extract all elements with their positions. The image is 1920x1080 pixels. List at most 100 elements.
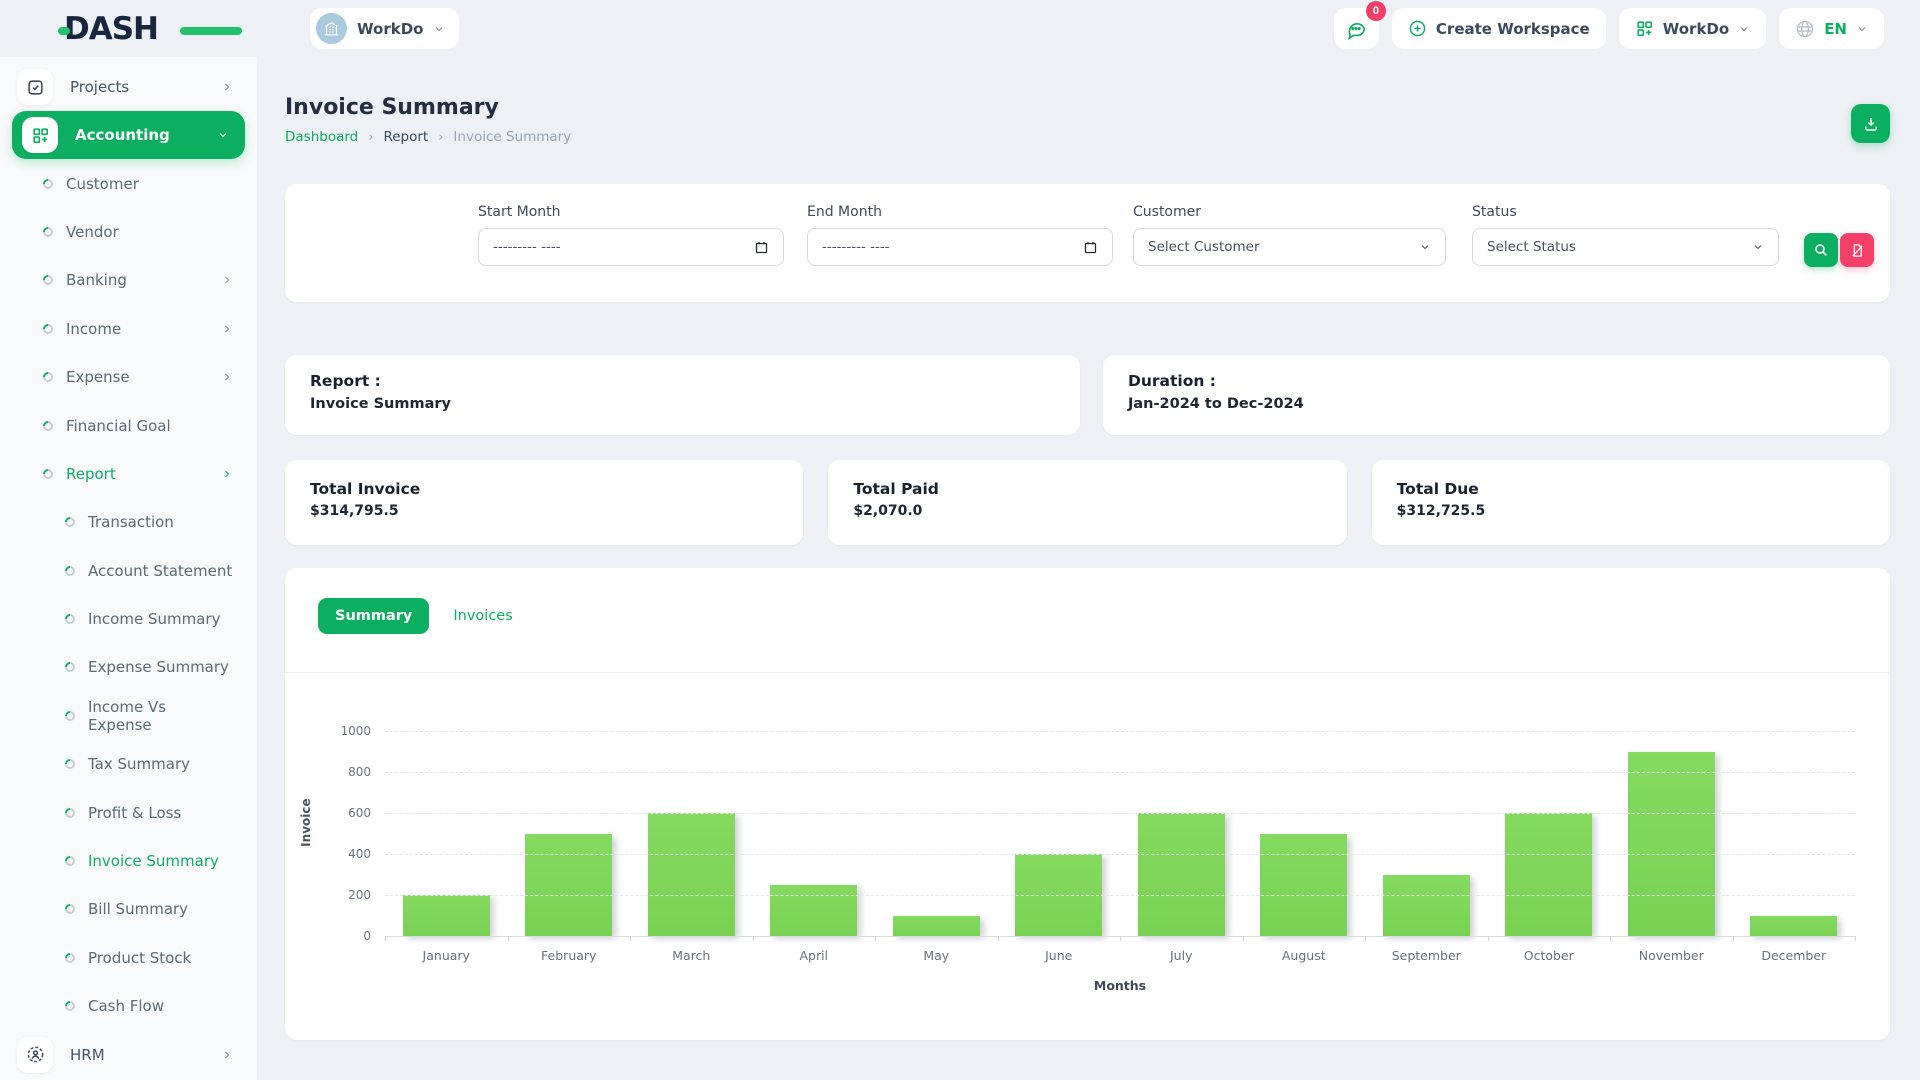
- bar-july: [1138, 813, 1225, 936]
- bullet-icon: [63, 564, 77, 578]
- stat-value: $314,795.5: [310, 503, 778, 519]
- bar-slot: [385, 731, 508, 936]
- sidebar-item-financial-goal[interactable]: Financial Goal: [0, 401, 257, 449]
- messages-button[interactable]: 0: [1334, 8, 1379, 49]
- sidebar-item-hrm[interactable]: HRM: [0, 1030, 257, 1078]
- bar-october: [1505, 813, 1592, 936]
- app-logo: DASH: [64, 9, 214, 49]
- sidebar-item-product-stock[interactable]: Product Stock: [0, 934, 257, 982]
- bullet-icon: [41, 370, 55, 384]
- logo-accent: [58, 27, 70, 35]
- start-month-label: Start Month: [478, 204, 784, 220]
- sidebar-item-expense-summary[interactable]: Expense Summary: [0, 643, 257, 691]
- chevron-right-icon: [221, 323, 233, 335]
- status-filter-label: Status: [1472, 204, 1779, 220]
- sidebar-item-customer[interactable]: Customer: [0, 159, 257, 207]
- sidebar-item-projects[interactable]: Projects: [0, 63, 257, 111]
- bullet-icon: [63, 757, 77, 771]
- sidebar-item-account-statement[interactable]: Account Statement: [0, 547, 257, 595]
- bar-march: [648, 813, 735, 936]
- end-month-input[interactable]: --------- ----: [807, 228, 1113, 266]
- gridline: [385, 731, 1855, 732]
- workdo-menu-button[interactable]: WorkDo: [1619, 8, 1766, 49]
- top-header: DASH WorkDo 0 Create Workspace WorkDo EN: [0, 0, 1920, 57]
- chevron-down-icon: [1738, 23, 1750, 35]
- sidebar-item-banking[interactable]: Banking: [0, 256, 257, 304]
- x-axis-tick: [630, 936, 631, 941]
- chevron-right-icon: [221, 1049, 233, 1061]
- x-tick-label: April: [753, 948, 876, 963]
- chevron-down-icon: [217, 129, 229, 141]
- x-axis-tick: [1488, 936, 1489, 941]
- status-select[interactable]: Select Status: [1472, 228, 1779, 266]
- y-axis-label: Invoice: [299, 798, 313, 846]
- bullet-icon: [41, 177, 55, 191]
- y-tick-label: 0: [363, 929, 371, 943]
- x-axis-tick: [1733, 936, 1734, 941]
- chevron-down-icon: [1419, 241, 1431, 253]
- x-tick-label: September: [1365, 948, 1488, 963]
- bar-november: [1628, 752, 1715, 937]
- breadcrumb-item-invoice-summary: Invoice Summary: [453, 129, 571, 145]
- gridline: [385, 772, 1855, 773]
- x-tick-label: December: [1733, 948, 1856, 963]
- sidebar-item-transaction[interactable]: Transaction: [0, 498, 257, 546]
- checkbox-icon: [17, 69, 53, 105]
- workspace-selector[interactable]: WorkDo: [310, 8, 459, 49]
- sidebar-item-income-summary[interactable]: Income Summary: [0, 595, 257, 643]
- chevron-down-icon: [1856, 23, 1868, 35]
- bar-slot: [1488, 731, 1611, 936]
- reset-filter-button[interactable]: [1840, 233, 1874, 267]
- x-axis-tick: [998, 936, 999, 941]
- stats-row: Total Invoice$314,795.5Total Paid$2,070.…: [285, 460, 1890, 545]
- sidebar-item-label: Tax Summary: [88, 755, 190, 773]
- search-button[interactable]: [1804, 233, 1838, 267]
- language-selector[interactable]: EN: [1779, 8, 1884, 49]
- breadcrumb-item-report[interactable]: Report: [383, 129, 428, 145]
- bullet-icon: [63, 515, 77, 529]
- sidebar-item-expense[interactable]: Expense: [0, 353, 257, 401]
- x-axis-tick: [875, 936, 876, 941]
- grid-plus-icon: [1635, 19, 1654, 38]
- sidebar-item-income[interactable]: Income: [0, 305, 257, 353]
- x-tick-label: February: [508, 948, 631, 963]
- y-tick-label: 400: [348, 847, 371, 861]
- workdo-menu-label: WorkDo: [1663, 20, 1729, 38]
- breadcrumb-item-dashboard[interactable]: Dashboard: [285, 129, 358, 145]
- bar-slot: [753, 731, 876, 936]
- sidebar-item-label: Expense Summary: [88, 658, 229, 676]
- page-title: Invoice Summary: [285, 95, 1890, 120]
- tab-summary[interactable]: Summary: [318, 598, 429, 634]
- bar-april: [770, 885, 857, 936]
- x-axis-tick: [1855, 936, 1856, 941]
- x-tick-label: January: [385, 948, 508, 963]
- x-axis-tick: [753, 936, 754, 941]
- sidebar-item-tax-summary[interactable]: Tax Summary: [0, 740, 257, 788]
- create-workspace-button[interactable]: Create Workspace: [1392, 8, 1606, 49]
- chevron-down-icon: [433, 23, 445, 35]
- sidebar-item-report[interactable]: Report: [0, 450, 257, 498]
- workspace-name: WorkDo: [357, 20, 423, 38]
- customer-filter-group: Customer Select Customer: [1133, 184, 1446, 266]
- sidebar-item-bill-summary[interactable]: Bill Summary: [0, 885, 257, 933]
- download-button[interactable]: [1851, 104, 1890, 143]
- bar-september: [1383, 875, 1470, 937]
- tab-invoices[interactable]: Invoices: [453, 608, 512, 624]
- bullet-icon: [41, 273, 55, 287]
- sidebar-item-income-vs-expense[interactable]: Income Vs Expense: [0, 692, 257, 740]
- stat-value: $2,070.0: [853, 503, 1321, 519]
- sidebar-item-invoice-summary[interactable]: Invoice Summary: [0, 837, 257, 885]
- sidebar-item-profit-loss[interactable]: Profit & Loss: [0, 788, 257, 836]
- bar-february: [525, 834, 612, 937]
- sidebar-item-label: Financial Goal: [66, 417, 171, 435]
- sidebar-item-cash-flow[interactable]: Cash Flow: [0, 982, 257, 1030]
- workspace-avatar: [316, 13, 347, 44]
- start-month-input[interactable]: --------- ----: [478, 228, 784, 266]
- customer-select[interactable]: Select Customer: [1133, 228, 1446, 266]
- sidebar-item-accounting[interactable]: Accounting: [12, 111, 245, 159]
- x-axis-title: Months: [385, 978, 1855, 993]
- sidebar-item-vendor[interactable]: Vendor: [0, 208, 257, 256]
- customer-filter-label: Customer: [1133, 204, 1446, 220]
- stat-label: Total Due: [1397, 480, 1865, 498]
- clear-filter-icon: [1850, 243, 1865, 258]
